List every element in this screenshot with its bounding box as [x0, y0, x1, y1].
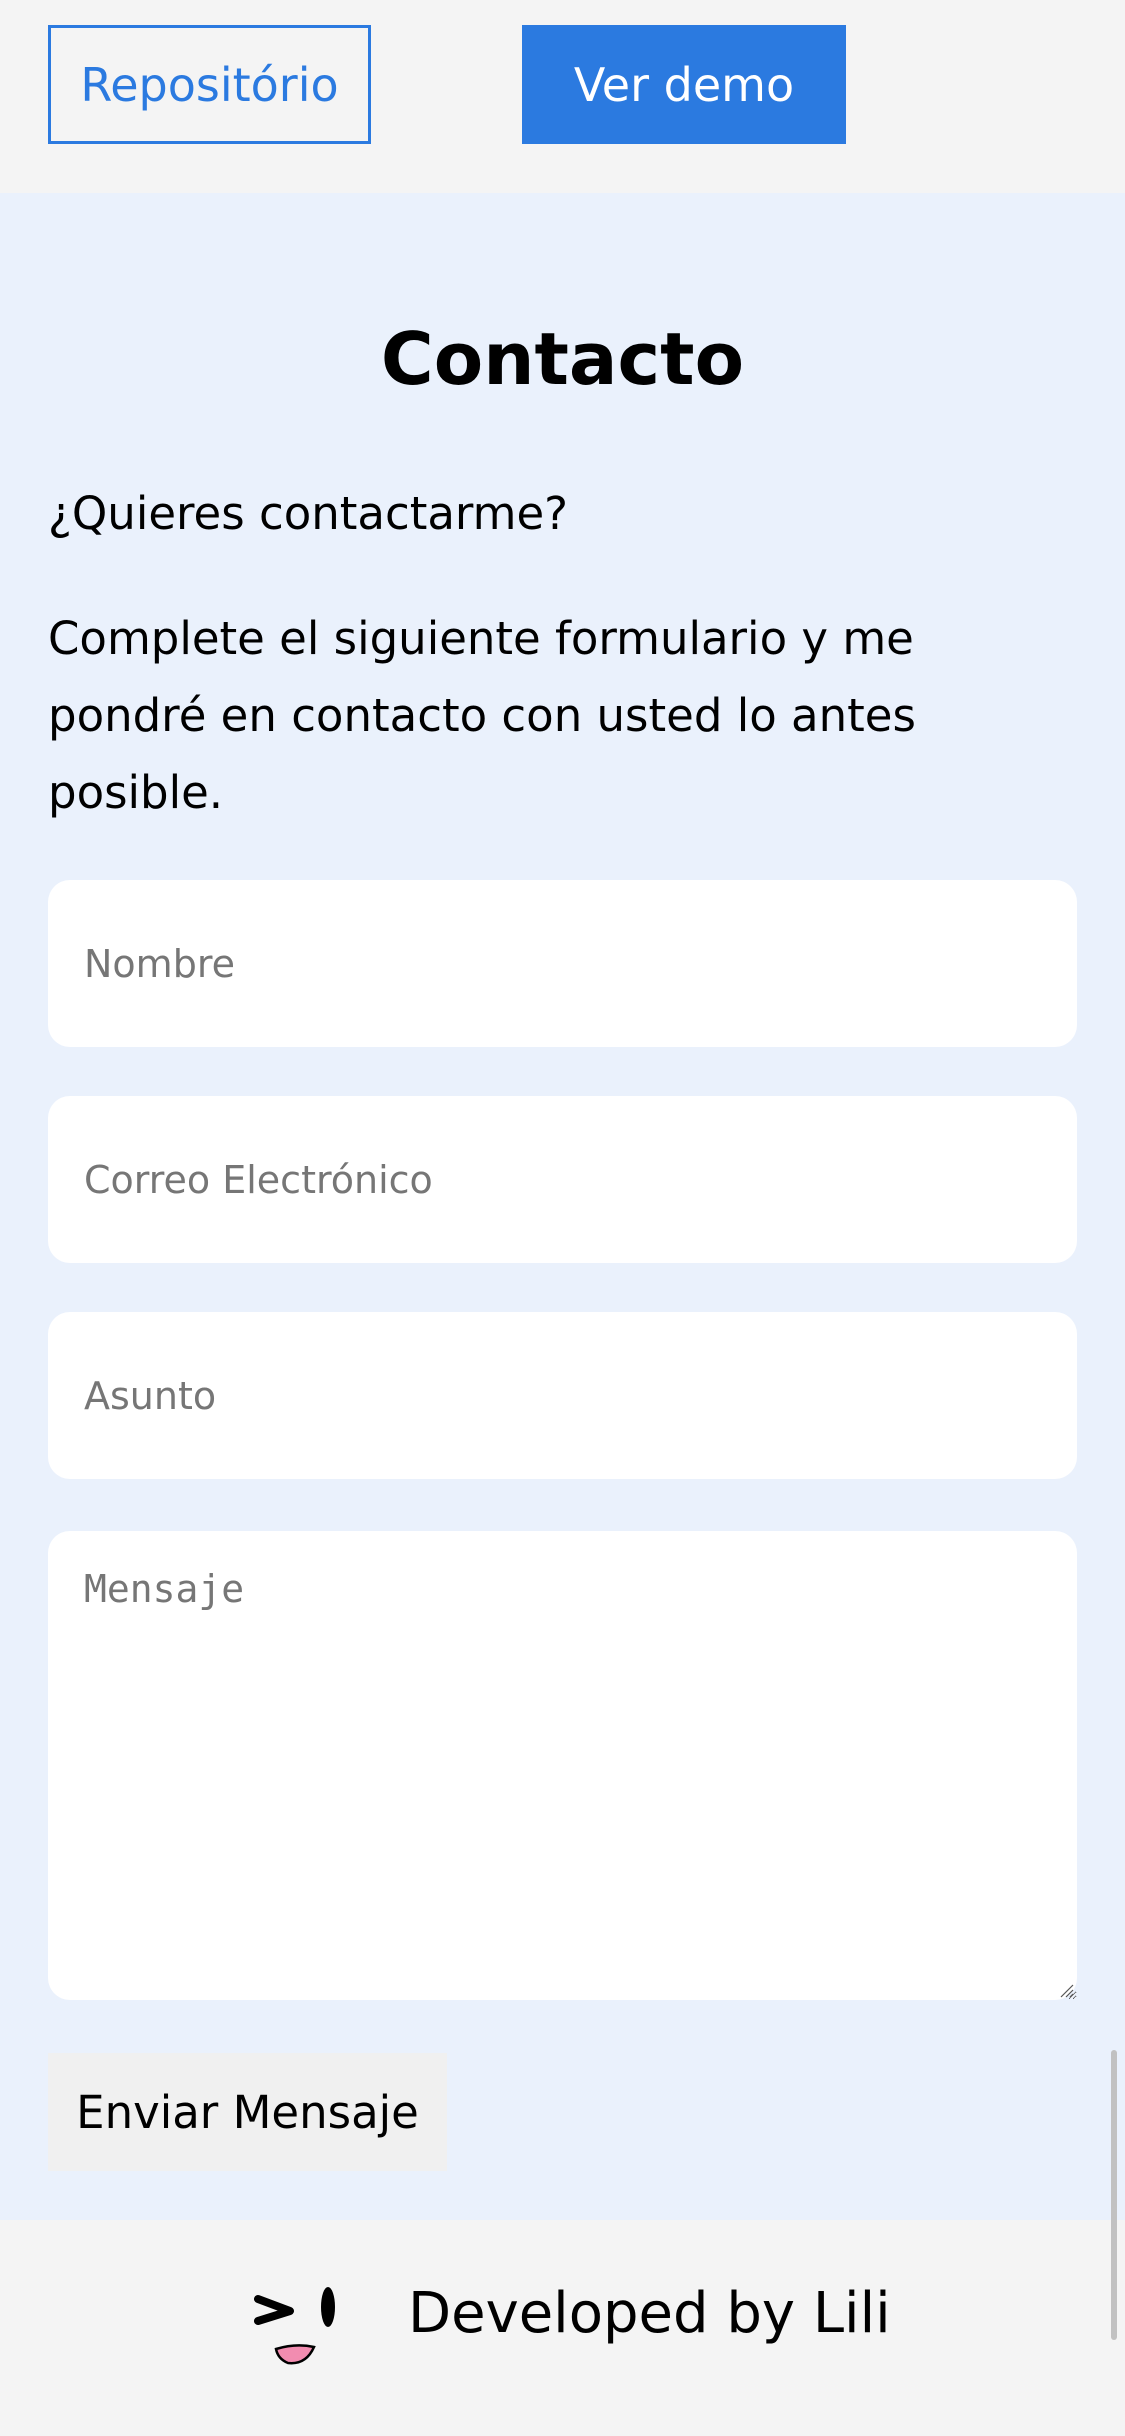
contact-description: Complete el siguiente formulario y me po… — [48, 612, 916, 819]
subject-input[interactable] — [48, 1312, 1077, 1479]
resize-grip-icon[interactable] — [1058, 1982, 1074, 1998]
repository-button[interactable]: Repositório — [48, 25, 371, 144]
project-actions-bar: Repositório Ver demo — [0, 0, 1125, 193]
winking-face-icon — [254, 2287, 335, 2365]
footer-credit: Developed by Lili — [408, 2281, 891, 2346]
send-message-button[interactable]: Enviar Mensaje — [48, 2053, 447, 2171]
scrollbar-thumb[interactable] — [1111, 2050, 1117, 2340]
contact-title: Contacto — [380, 317, 745, 401]
message-textarea[interactable] — [48, 1531, 1077, 2000]
email-input[interactable] — [48, 1096, 1077, 1263]
view-demo-button[interactable]: Ver demo — [522, 25, 846, 144]
name-input[interactable] — [48, 880, 1077, 1047]
contact-question: ¿Quieres contactarme? — [48, 487, 569, 540]
